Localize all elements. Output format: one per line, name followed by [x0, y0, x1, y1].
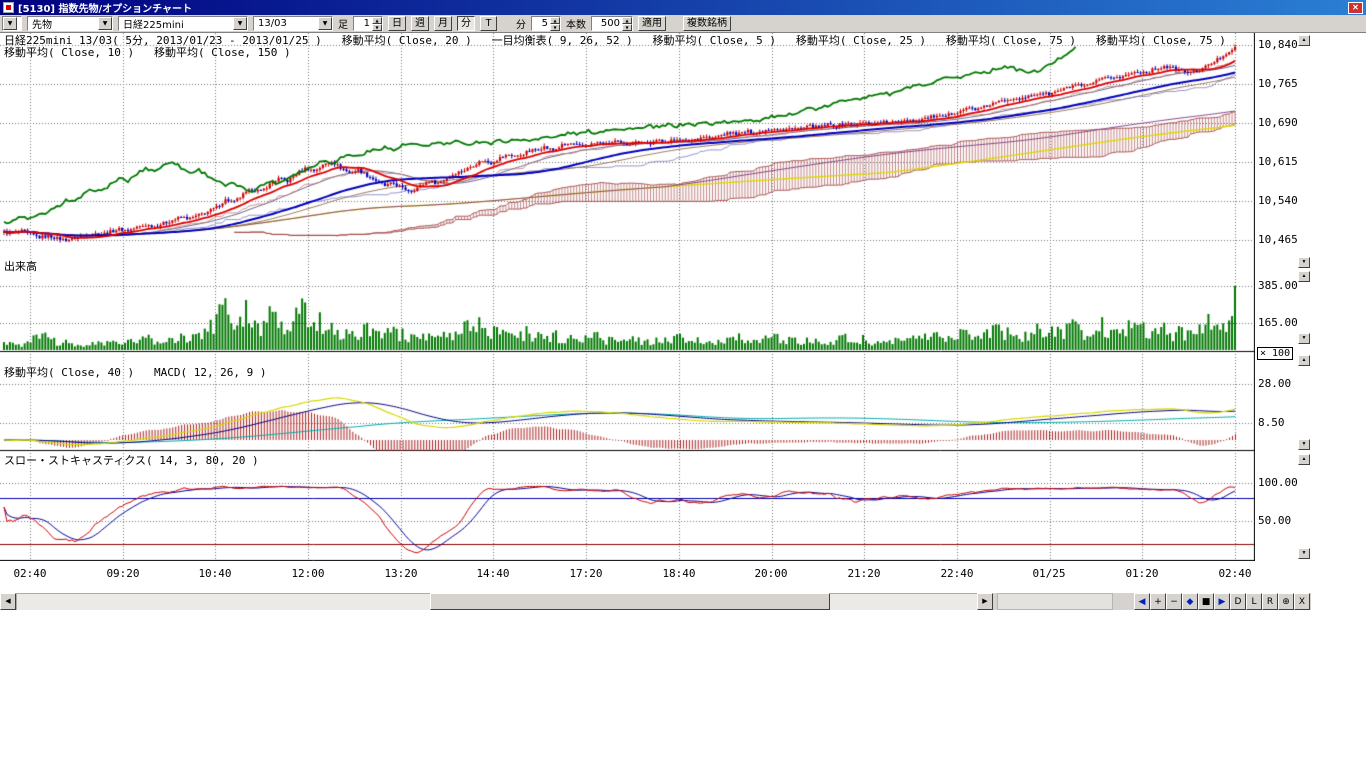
stoch-scale-down-button[interactable]: ▼ — [1298, 548, 1310, 559]
chevron-down-icon[interactable]: ▼ — [98, 17, 112, 30]
minute-stepper[interactable]: ▲ ▼ — [531, 16, 561, 31]
time-axis-label: 13:20 — [384, 567, 417, 580]
spin-up-icon[interactable]: ▲ — [622, 17, 632, 24]
period-week-button[interactable]: 週 — [411, 16, 429, 31]
stoch-panel-label: スロー・ストキャスティクス( 14, 3, 80, 20 ) — [4, 455, 259, 466]
chart-action-buttons: ◀ + − ◆ ■ ▶ D L R ⊕ X — [1134, 593, 1310, 610]
minute-input[interactable] — [532, 17, 550, 30]
horizontal-scrollbar-track[interactable] — [16, 593, 977, 610]
price-axis-label: 10,690 — [1258, 117, 1298, 128]
time-axis-label: 09:20 — [106, 567, 139, 580]
time-axis-label: 01/25 — [1032, 567, 1065, 580]
macd-axis-label: 8.50 — [1258, 417, 1285, 428]
price-scale-down-button[interactable]: ▼ — [1298, 257, 1310, 268]
count-label: 本数 — [566, 16, 586, 31]
bar-interval-input[interactable] — [354, 17, 372, 30]
period-day-button[interactable]: 日 — [388, 16, 406, 31]
macd-scale-down-button[interactable]: ▼ — [1298, 439, 1310, 450]
l-mode-button[interactable]: L — [1246, 593, 1262, 610]
count-input[interactable] — [592, 17, 622, 30]
zoom-out-button[interactable]: − — [1166, 593, 1182, 610]
nav-right-button[interactable]: ▶ — [1214, 593, 1230, 610]
category-value: 先物 — [28, 16, 98, 31]
volume-panel-label: 出来高 — [4, 261, 37, 272]
minute-label: 分 — [516, 16, 526, 31]
contract-value: 13/03 — [254, 18, 318, 29]
price-scale-up-button[interactable]: ▲ — [1298, 35, 1310, 46]
nav-left-button[interactable]: ◀ — [1134, 593, 1150, 610]
chart-panel: 日経225mini 13/03( 5分, 2013/01/23 - 2013/0… — [0, 33, 1311, 593]
chevron-down-icon[interactable]: ▼ — [3, 17, 17, 30]
time-axis-label: 10:40 — [198, 567, 231, 580]
price-axis-label: 10,615 — [1258, 156, 1298, 167]
category-dropdown[interactable]: 先物 ▼ — [27, 16, 113, 31]
bar-interval-stepper[interactable]: ▲ ▼ — [353, 16, 383, 31]
period-month-button[interactable]: 月 — [434, 16, 452, 31]
time-axis-label: 01:20 — [1125, 567, 1158, 580]
volume-axis-label: 385.00 — [1258, 280, 1298, 291]
zoom-in-button[interactable]: + — [1150, 593, 1166, 610]
scrollbar-right-arrow-icon[interactable]: ▶ — [977, 593, 993, 610]
spin-down-icon[interactable]: ▼ — [622, 24, 632, 31]
spin-down-icon[interactable]: ▼ — [372, 24, 382, 31]
r-mode-button[interactable]: R — [1262, 593, 1278, 610]
indicator-legend-line1: 日経225mini 13/03( 5分, 2013/01/23 - 2013/0… — [4, 35, 1226, 46]
window-title: [5130] 指数先物/オプションチャート — [18, 0, 1348, 15]
contract-dropdown[interactable]: 13/03 ▼ — [253, 16, 333, 31]
macd-scale-up-button[interactable]: ▲ — [1298, 355, 1310, 366]
period-minute-button[interactable]: 分 — [457, 16, 475, 31]
price-axis-label: 10,465 — [1258, 234, 1298, 245]
symbol-dropdown[interactable]: 日経225mini ▼ — [118, 16, 248, 31]
close-button[interactable]: ✕ — [1348, 2, 1363, 14]
x-close-button[interactable]: X — [1294, 593, 1310, 610]
time-axis-label: 21:20 — [847, 567, 880, 580]
stoch-scale-up-button[interactable]: ▲ — [1298, 454, 1310, 465]
time-axis-label: 22:40 — [940, 567, 973, 580]
spin-up-icon[interactable]: ▲ — [550, 17, 560, 24]
symbol-value: 日経225mini — [119, 16, 233, 31]
horizontal-scrollbar-thumb[interactable] — [430, 593, 830, 610]
period-tick-button[interactable]: T — [480, 16, 497, 31]
time-axis-label: 02:40 — [13, 567, 46, 580]
time-axis-label: 17:20 — [569, 567, 602, 580]
application-window: [5130] 指数先物/オプションチャート ✕ ▼ 先物 ▼ 日経225mini… — [0, 0, 1366, 768]
price-axis-label: 10,765 — [1258, 78, 1298, 89]
stoch-axis-label: 100.00 — [1258, 477, 1298, 488]
apply-button[interactable]: 適用 — [638, 16, 666, 31]
d-mode-button[interactable]: D — [1230, 593, 1246, 610]
chevron-down-icon[interactable]: ▼ — [318, 17, 332, 30]
macd-panel-label: 移動平均( Close, 40 ) MACD( 12, 26, 9 ) — [4, 367, 267, 378]
price-axis-label: 10,840 — [1258, 39, 1298, 50]
multi-symbol-button[interactable]: 複数銘柄 — [683, 16, 731, 31]
time-axis-label: 14:40 — [476, 567, 509, 580]
bottom-bar: ◀ ▶ ◀ + − ◆ ■ ▶ D L R ⊕ X — [0, 593, 1311, 610]
chart-canvas[interactable] — [0, 33, 1255, 561]
title-bar: [5130] 指数先物/オプションチャート ✕ — [0, 0, 1366, 15]
volume-axis-label: 165.00 — [1258, 317, 1298, 328]
price-axis-label: 10,540 — [1258, 195, 1298, 206]
indicator-legend-line2: 移動平均( Close, 10 ) 移動平均( Close, 150 ) — [4, 47, 291, 58]
macd-axis-label: 28.00 — [1258, 378, 1291, 389]
diamond-button[interactable]: ◆ — [1182, 593, 1198, 610]
bar-label: 足 — [338, 16, 348, 31]
volume-multiplier-badge: × 100 — [1257, 347, 1293, 360]
chart-type-dropdown[interactable]: ▼ — [2, 16, 22, 31]
toolbar: ▼ 先物 ▼ 日経225mini ▼ 13/03 ▼ 足 ▲ ▼ 日 週 月 分… — [0, 15, 1366, 33]
spin-up-icon[interactable]: ▲ — [372, 17, 382, 24]
stoch-axis-label: 50.00 — [1258, 515, 1291, 526]
secondary-scrollbar-track — [997, 593, 1113, 610]
chevron-down-icon[interactable]: ▼ — [233, 17, 247, 30]
square-button[interactable]: ■ — [1198, 593, 1214, 610]
magnify-button[interactable]: ⊕ — [1278, 593, 1294, 610]
time-axis-label: 02:40 — [1218, 567, 1251, 580]
volume-scale-up-button[interactable]: ▲ — [1298, 271, 1310, 282]
time-axis-label: 12:00 — [291, 567, 324, 580]
count-stepper[interactable]: ▲ ▼ — [591, 16, 633, 31]
volume-scale-down-button[interactable]: ▼ — [1298, 333, 1310, 344]
spin-down-icon[interactable]: ▼ — [550, 24, 560, 31]
time-axis-label: 20:00 — [754, 567, 787, 580]
app-icon — [3, 2, 14, 13]
scrollbar-left-arrow-icon[interactable]: ◀ — [0, 593, 16, 610]
time-axis-label: 18:40 — [662, 567, 695, 580]
